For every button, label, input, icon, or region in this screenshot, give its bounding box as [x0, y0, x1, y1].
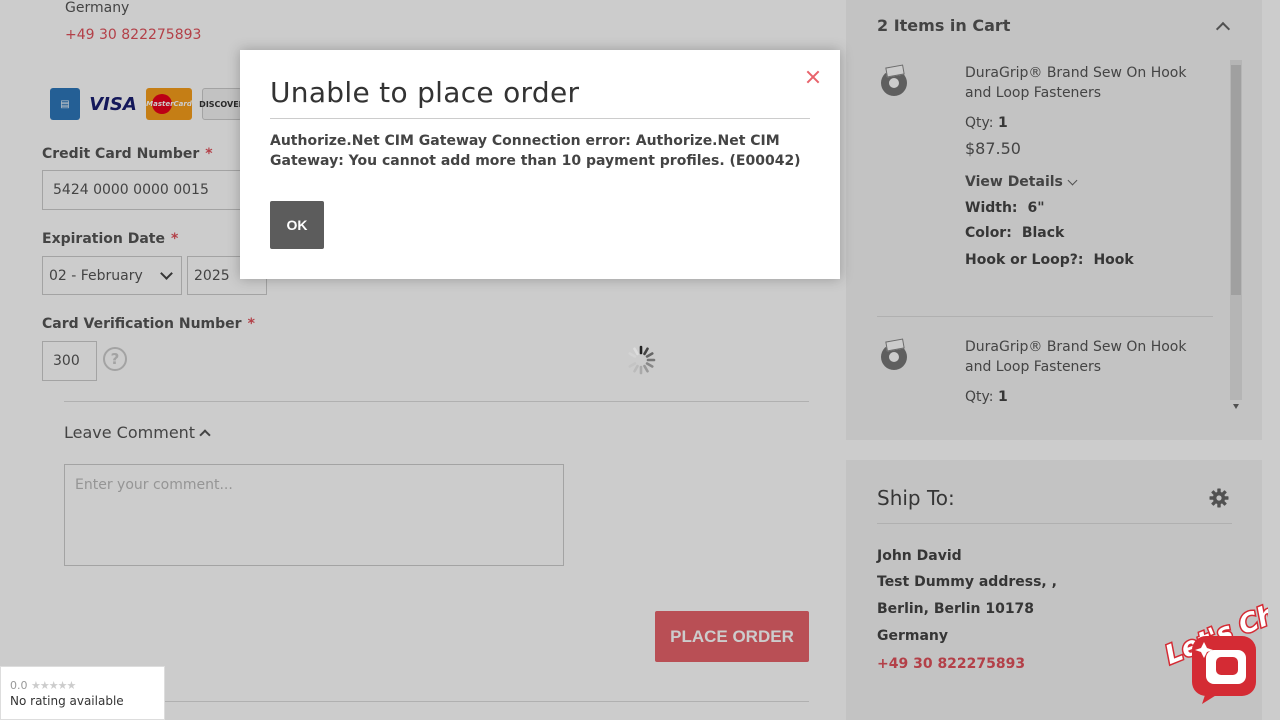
rating-score: 0.0: [10, 679, 28, 692]
error-modal: Unable to place order Authorize.Net CIM …: [240, 50, 840, 279]
rating-score-line: 0.0 ★★★★★: [10, 679, 156, 692]
chat-widget[interactable]: Let's Chat: [1156, 600, 1268, 704]
chat-inner-icon: [1216, 657, 1238, 675]
modal-title: Unable to place order: [270, 76, 580, 109]
ok-button[interactable]: OK: [270, 201, 324, 249]
close-icon[interactable]: [805, 69, 821, 85]
rating-badge[interactable]: 0.0 ★★★★★ No rating available: [0, 666, 165, 720]
star-rating-icon: ★★★★★: [31, 679, 76, 692]
rating-text: No rating available: [10, 694, 124, 708]
modal-error-message: Authorize.Net CIM Gateway Connection err…: [270, 133, 801, 169]
modal-divider: [270, 118, 810, 119]
loading-spinner-icon: [626, 345, 656, 375]
